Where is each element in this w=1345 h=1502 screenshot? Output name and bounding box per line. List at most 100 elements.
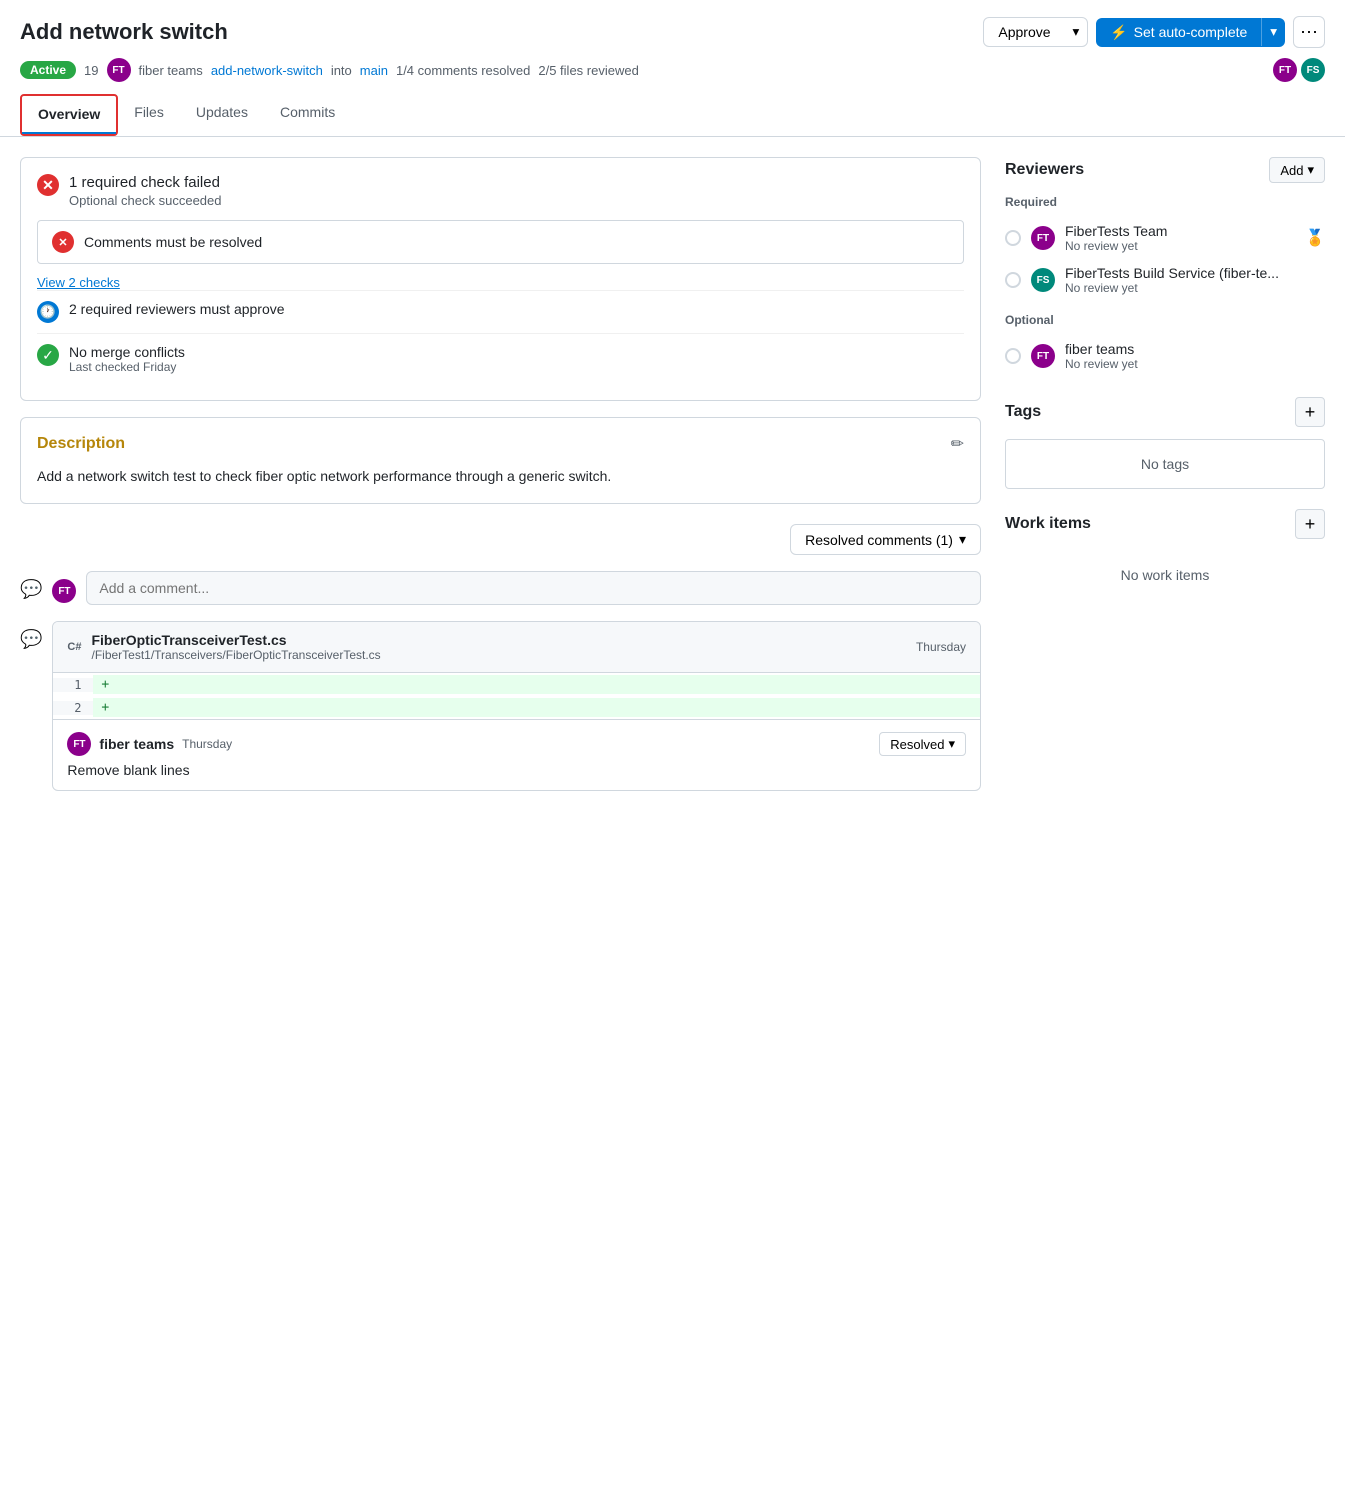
reviewer-radio-1 xyxy=(1005,230,1021,246)
tags-section: Tags + No tags xyxy=(1005,397,1325,489)
tab-commits[interactable]: Commits xyxy=(264,94,351,136)
file-comment-block: C# FiberOpticTransceiverTest.cs /FiberTe… xyxy=(52,621,981,791)
review-comment-text: Remove blank lines xyxy=(67,762,966,778)
approve-dropdown-button[interactable]: ▾ xyxy=(1065,18,1088,46)
chevron-down-icon: ▾ xyxy=(959,531,966,548)
merge-check-subtitle: Last checked Friday xyxy=(69,360,185,374)
reviewer-avatar-fs: FS xyxy=(1031,268,1055,292)
description-card: Description ✏ Add a network switch test … xyxy=(20,417,981,504)
pr-number: 19 xyxy=(84,63,98,78)
resolved-badge-button[interactable]: Resolved ▾ xyxy=(879,732,966,756)
reviewer-name-build: FiberTests Build Service (fiber-te... xyxy=(1065,265,1325,281)
check-main-title: 1 required check failed xyxy=(69,174,221,191)
review-comment: FT fiber teams Thursday Resolved ▾ Remov… xyxy=(53,719,980,790)
pr-meta: Active 19 FT fiber teams add-network-swi… xyxy=(20,58,1325,94)
tags-empty: No tags xyxy=(1005,439,1325,489)
reviewer-item-fibertests-team: FT FiberTests Team No review yet 🏅 xyxy=(1005,217,1325,259)
reviewers-title: Reviewers xyxy=(1005,161,1084,179)
reviewer-date: Thursday xyxy=(182,737,232,751)
tags-title: Tags xyxy=(1005,403,1041,421)
file-path: /FiberTest1/Transceivers/FiberOpticTrans… xyxy=(91,648,380,662)
branch-from-link[interactable]: add-network-switch xyxy=(211,63,323,78)
reviewer-name-fiberteams: fiber teams xyxy=(1065,341,1325,357)
merge-check-row: ✓ No merge conflicts Last checked Friday xyxy=(37,333,964,384)
file-name: FiberOpticTransceiverTest.cs xyxy=(91,632,380,648)
reviewer-name: fiber teams xyxy=(99,736,174,752)
approve-main-button[interactable]: Approve xyxy=(984,18,1064,46)
reviewer-status-3: No review yet xyxy=(1065,357,1325,371)
reviewers-section: Reviewers Add ▾ Required FT FiberTests T… xyxy=(1005,157,1325,377)
error-icon: ✕ xyxy=(37,174,59,196)
tab-files[interactable]: Files xyxy=(118,94,180,136)
reviewer-name-fibertests: FiberTests Team xyxy=(1065,223,1295,239)
description-title: Description xyxy=(37,435,125,453)
reviewer-avatar-ft: FT xyxy=(1031,226,1055,250)
description-header: Description ✏ xyxy=(37,434,964,454)
tab-updates[interactable]: Updates xyxy=(180,94,264,136)
file-comment-outer-row: 💬 C# FiberOpticTransceiverTest.cs /Fiber… xyxy=(20,621,981,807)
tags-section-header: Tags + xyxy=(1005,397,1325,427)
line-add-2: + xyxy=(93,698,980,717)
comments-resolved: 1/4 comments resolved xyxy=(396,63,530,78)
reviewer-avatars: FT FS xyxy=(1273,58,1325,82)
reviewer-radio-3 xyxy=(1005,348,1021,364)
reviewer-radio-2 xyxy=(1005,272,1021,288)
reviewers-check-info: 2 required reviewers must approve xyxy=(69,301,285,317)
view-checks-link[interactable]: View 2 checks xyxy=(37,274,964,290)
reviewer-status-2: No review yet xyxy=(1065,281,1325,295)
comment-input[interactable] xyxy=(86,571,981,605)
chevron-down-icon-add: ▾ xyxy=(1307,162,1314,178)
review-comment-header: FT fiber teams Thursday Resolved ▾ xyxy=(67,732,966,756)
warning-icon: ✕ xyxy=(52,231,74,253)
resolved-comments-bar: Resolved comments (1) ▾ xyxy=(20,524,981,555)
add-work-item-button[interactable]: + xyxy=(1295,509,1325,539)
file-lang: C# xyxy=(67,641,81,653)
branch-to-link[interactable]: main xyxy=(360,63,388,78)
reviewers-check-row: 🕐 2 required reviewers must approve xyxy=(37,290,964,333)
edit-description-button[interactable]: ✏ xyxy=(951,434,964,454)
page-title: Add network switch xyxy=(20,19,228,45)
line-num-1: 1 xyxy=(53,678,93,692)
auto-complete-main: ⚡ Set auto-complete xyxy=(1096,18,1261,47)
file-info: FiberOpticTransceiverTest.cs /FiberTest1… xyxy=(91,632,380,662)
file-date: Thursday xyxy=(916,640,966,654)
nested-check-title: Comments must be resolved xyxy=(84,234,262,250)
reviewer-item-fiberteams: FT fiber teams No review yet xyxy=(1005,335,1325,377)
check-main-info: 1 required check failed Optional check s… xyxy=(69,174,221,208)
check-main-subtitle: Optional check succeeded xyxy=(69,193,221,208)
lightning-icon: ⚡ xyxy=(1110,24,1127,41)
reviewer-avatar-ft-opt: FT xyxy=(1031,344,1055,368)
more-options-button[interactable]: ⋯ xyxy=(1293,16,1325,48)
work-items-empty: No work items xyxy=(1005,551,1325,599)
avatar-commenter: FT xyxy=(52,579,76,603)
reviewer-info-2: FiberTests Build Service (fiber-te... No… xyxy=(1065,265,1325,295)
reviewer-item-fibertests-build: FS FiberTests Build Service (fiber-te...… xyxy=(1005,259,1325,301)
resolved-comments-button[interactable]: Resolved comments (1) ▾ xyxy=(790,524,981,555)
code-line-1: 1 + xyxy=(53,673,980,696)
reviewer-avatar: FT xyxy=(67,732,91,756)
add-tag-button[interactable]: + xyxy=(1295,397,1325,427)
add-reviewer-button[interactable]: Add ▾ xyxy=(1269,157,1325,183)
checks-card: ✕ 1 required check failed Optional check… xyxy=(20,157,981,401)
nested-check-comments: ✕ Comments must be resolved xyxy=(37,220,964,264)
chevron-down-icon-resolved: ▾ xyxy=(948,736,955,752)
tab-overview[interactable]: Overview xyxy=(22,96,116,134)
files-reviewed: 2/5 files reviewed xyxy=(538,63,638,78)
description-text: Add a network switch test to check fiber… xyxy=(37,466,964,487)
comment-icon-col: 💬 xyxy=(20,571,42,600)
avatar-author: FT xyxy=(107,58,131,82)
required-label: Required xyxy=(1005,195,1325,209)
code-line-2: 2 + xyxy=(53,696,980,719)
work-items-section: Work items + No work items xyxy=(1005,509,1325,599)
file-comment-header: C# FiberOpticTransceiverTest.cs /FiberTe… xyxy=(53,622,980,673)
reviewer-icon-1: 🏅 xyxy=(1305,228,1325,248)
header-actions: Approve ▾ ⚡ Set auto-complete ▾ ⋯ xyxy=(983,16,1325,48)
right-panel: Reviewers Add ▾ Required FT FiberTests T… xyxy=(1005,157,1325,823)
reviewers-section-header: Reviewers Add ▾ xyxy=(1005,157,1325,183)
auto-complete-button[interactable]: ⚡ Set auto-complete ▾ xyxy=(1096,18,1285,47)
avatar-ft-right: FT xyxy=(1273,58,1297,82)
auto-complete-dropdown[interactable]: ▾ xyxy=(1261,18,1285,46)
line-num-2: 2 xyxy=(53,701,93,715)
tab-overview-wrapper: Overview xyxy=(20,94,118,136)
code-lines: 1 + 2 + xyxy=(53,673,980,719)
